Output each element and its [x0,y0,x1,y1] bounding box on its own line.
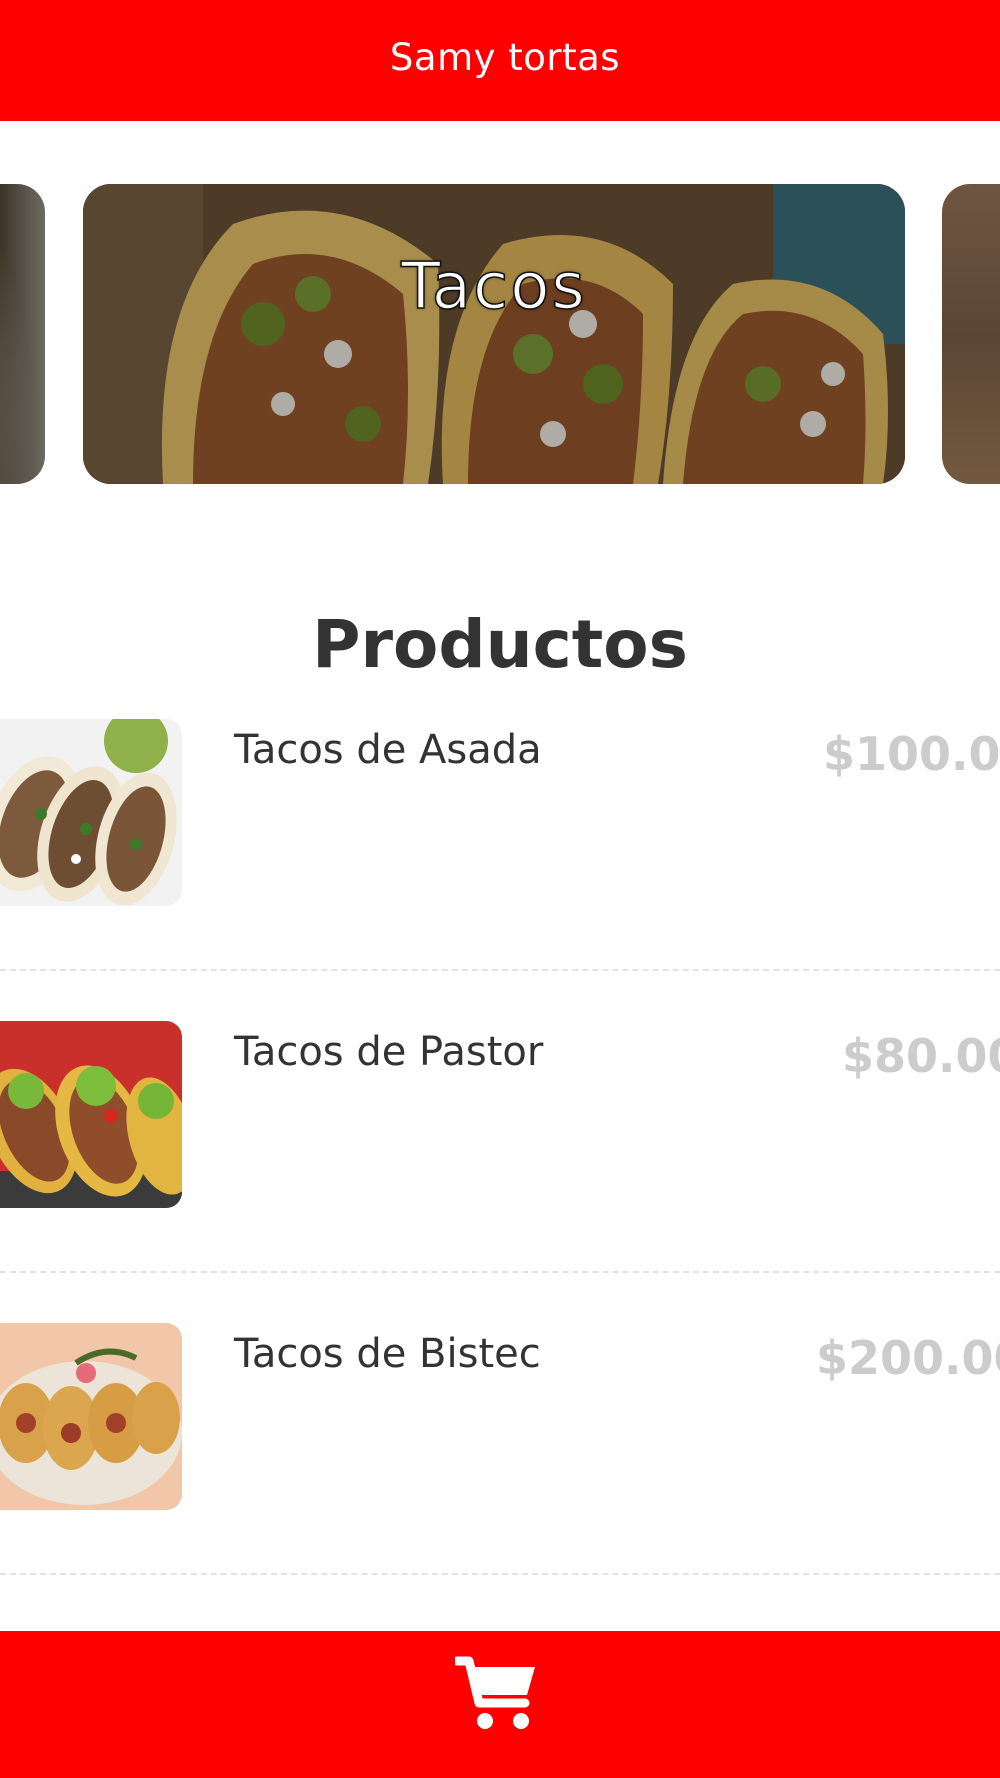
product-price: $80.00 [842,1029,1000,1083]
app-screen: Samy tortas Tacos Productos Tacos de Asa… [0,0,1000,1778]
product-image [0,1323,182,1510]
category-label: Tacos [401,249,587,325]
product-item[interactable]: Tacos de Pastor $80.00 [0,1021,1000,1323]
header-title: Samy tortas [389,36,621,79]
product-divider [0,1573,1000,1575]
product-image [0,1021,182,1208]
section-title: Productos [312,606,688,683]
product-divider [0,969,1000,971]
product-price: $200.00 [816,1331,1000,1385]
cart-button[interactable] [452,1655,539,1733]
product-name: Tacos de Pastor [234,1029,544,1075]
product-name: Tacos de Bistec [234,1331,541,1377]
bottom-bar [0,1631,1000,1778]
category-card-next[interactable] [942,184,1000,484]
category-image [0,184,45,484]
app-header: Samy tortas [0,0,1000,121]
category-card-tacos[interactable]: Tacos [83,184,905,484]
category-overlay [83,184,905,484]
product-item[interactable]: Tacos de Asada $100.00 [0,719,1000,1021]
product-divider [0,1271,1000,1273]
category-card-previous[interactable] [0,184,45,484]
product-name: Tacos de Asada [234,727,542,773]
product-price: $100.00 [823,727,1000,781]
product-image [0,719,182,906]
product-item[interactable]: Tacos de Bistec $200.00 [0,1323,1000,1625]
shopping-cart-icon [452,1656,535,1729]
category-carousel[interactable]: Tacos [0,184,1000,484]
